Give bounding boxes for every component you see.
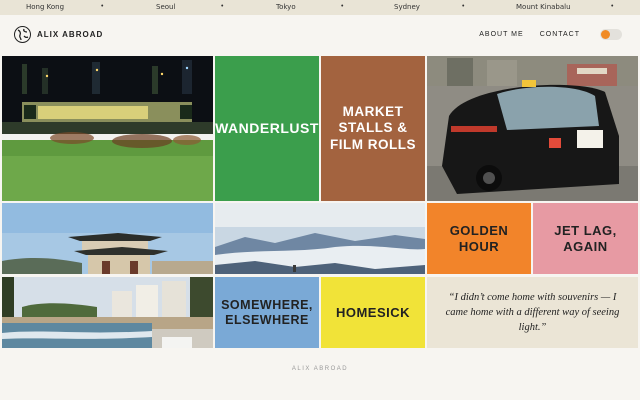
photo-palace[interactable] — [2, 203, 213, 274]
ticker-city: Sydney — [394, 3, 420, 11]
toggle-knob — [601, 30, 610, 39]
tile-label-line: AGAIN — [563, 238, 608, 254]
ticker-city: Seoul — [156, 3, 176, 11]
ticker-separator: • — [221, 3, 224, 10]
photo-taxi[interactable] — [427, 56, 638, 201]
tile-jet-lag[interactable]: JET LAG, AGAIN — [533, 203, 638, 274]
ticker-city: Hong Kong — [26, 3, 65, 11]
globe-icon — [14, 26, 31, 43]
tile-label-line: ELSEWHERE — [225, 312, 309, 327]
quote-text: “I didn’t come home with souvenirs — I c… — [445, 291, 620, 334]
tile-label: HOMESICK — [335, 304, 411, 320]
photo-beach[interactable] — [2, 277, 213, 348]
tile-market-stalls[interactable]: MARKET STALLS & FILM ROLLS — [321, 56, 425, 201]
site-header: ALIX ABROAD ABOUT ME CONTACT — [0, 15, 640, 55]
tile-label-line: SOMEWHERE, — [221, 297, 313, 312]
tile-label-line: FILM ROLLS — [330, 136, 416, 152]
theme-toggle[interactable] — [600, 29, 622, 40]
footer-brand: ALIX ABROAD — [291, 366, 349, 372]
tile-label-line: GOLDEN — [449, 222, 509, 238]
tile-somewhere-elsewhere[interactable]: SOMEWHERE, ELSEWHERE — [215, 277, 319, 348]
brand-link[interactable]: ALIX ABROAD — [14, 26, 103, 43]
photo-mountains[interactable] — [215, 203, 425, 274]
tile-label-line: HOUR — [458, 238, 500, 254]
ticker-separator: • — [101, 3, 104, 10]
tile-homesick[interactable]: HOMESICK — [321, 277, 425, 348]
ticker-separator: • — [462, 3, 465, 10]
tile-label-line: JET LAG, — [554, 222, 617, 238]
nav-link-about-me[interactable]: ABOUT ME — [479, 31, 523, 38]
tile-label-line: MARKET — [342, 104, 404, 120]
tile-label: WANDERLUST — [215, 120, 319, 137]
tile-wanderlust[interactable]: WANDERLUST — [215, 56, 319, 201]
main-nav: ABOUT ME CONTACT — [479, 29, 622, 40]
brand-name: ALIX ABROAD — [37, 30, 104, 39]
ticker-city: Tokyo — [276, 3, 296, 11]
ticker-separator: • — [341, 3, 344, 10]
tile-label-line: STALLS & — [338, 120, 408, 136]
ticker-separator: • — [611, 3, 614, 10]
tile-golden-hour[interactable]: GOLDEN HOUR — [427, 203, 531, 274]
quote-tile: “I didn’t come home with souvenirs — I c… — [427, 277, 638, 348]
nav-link-contact[interactable]: CONTACT — [540, 31, 580, 38]
ticker-city: Mount Kinabalu — [516, 3, 571, 11]
photo-horse-race[interactable] — [2, 56, 213, 201]
city-ticker: Hong Kong • Seoul • Tokyo • Sydney • Mou… — [0, 0, 640, 15]
